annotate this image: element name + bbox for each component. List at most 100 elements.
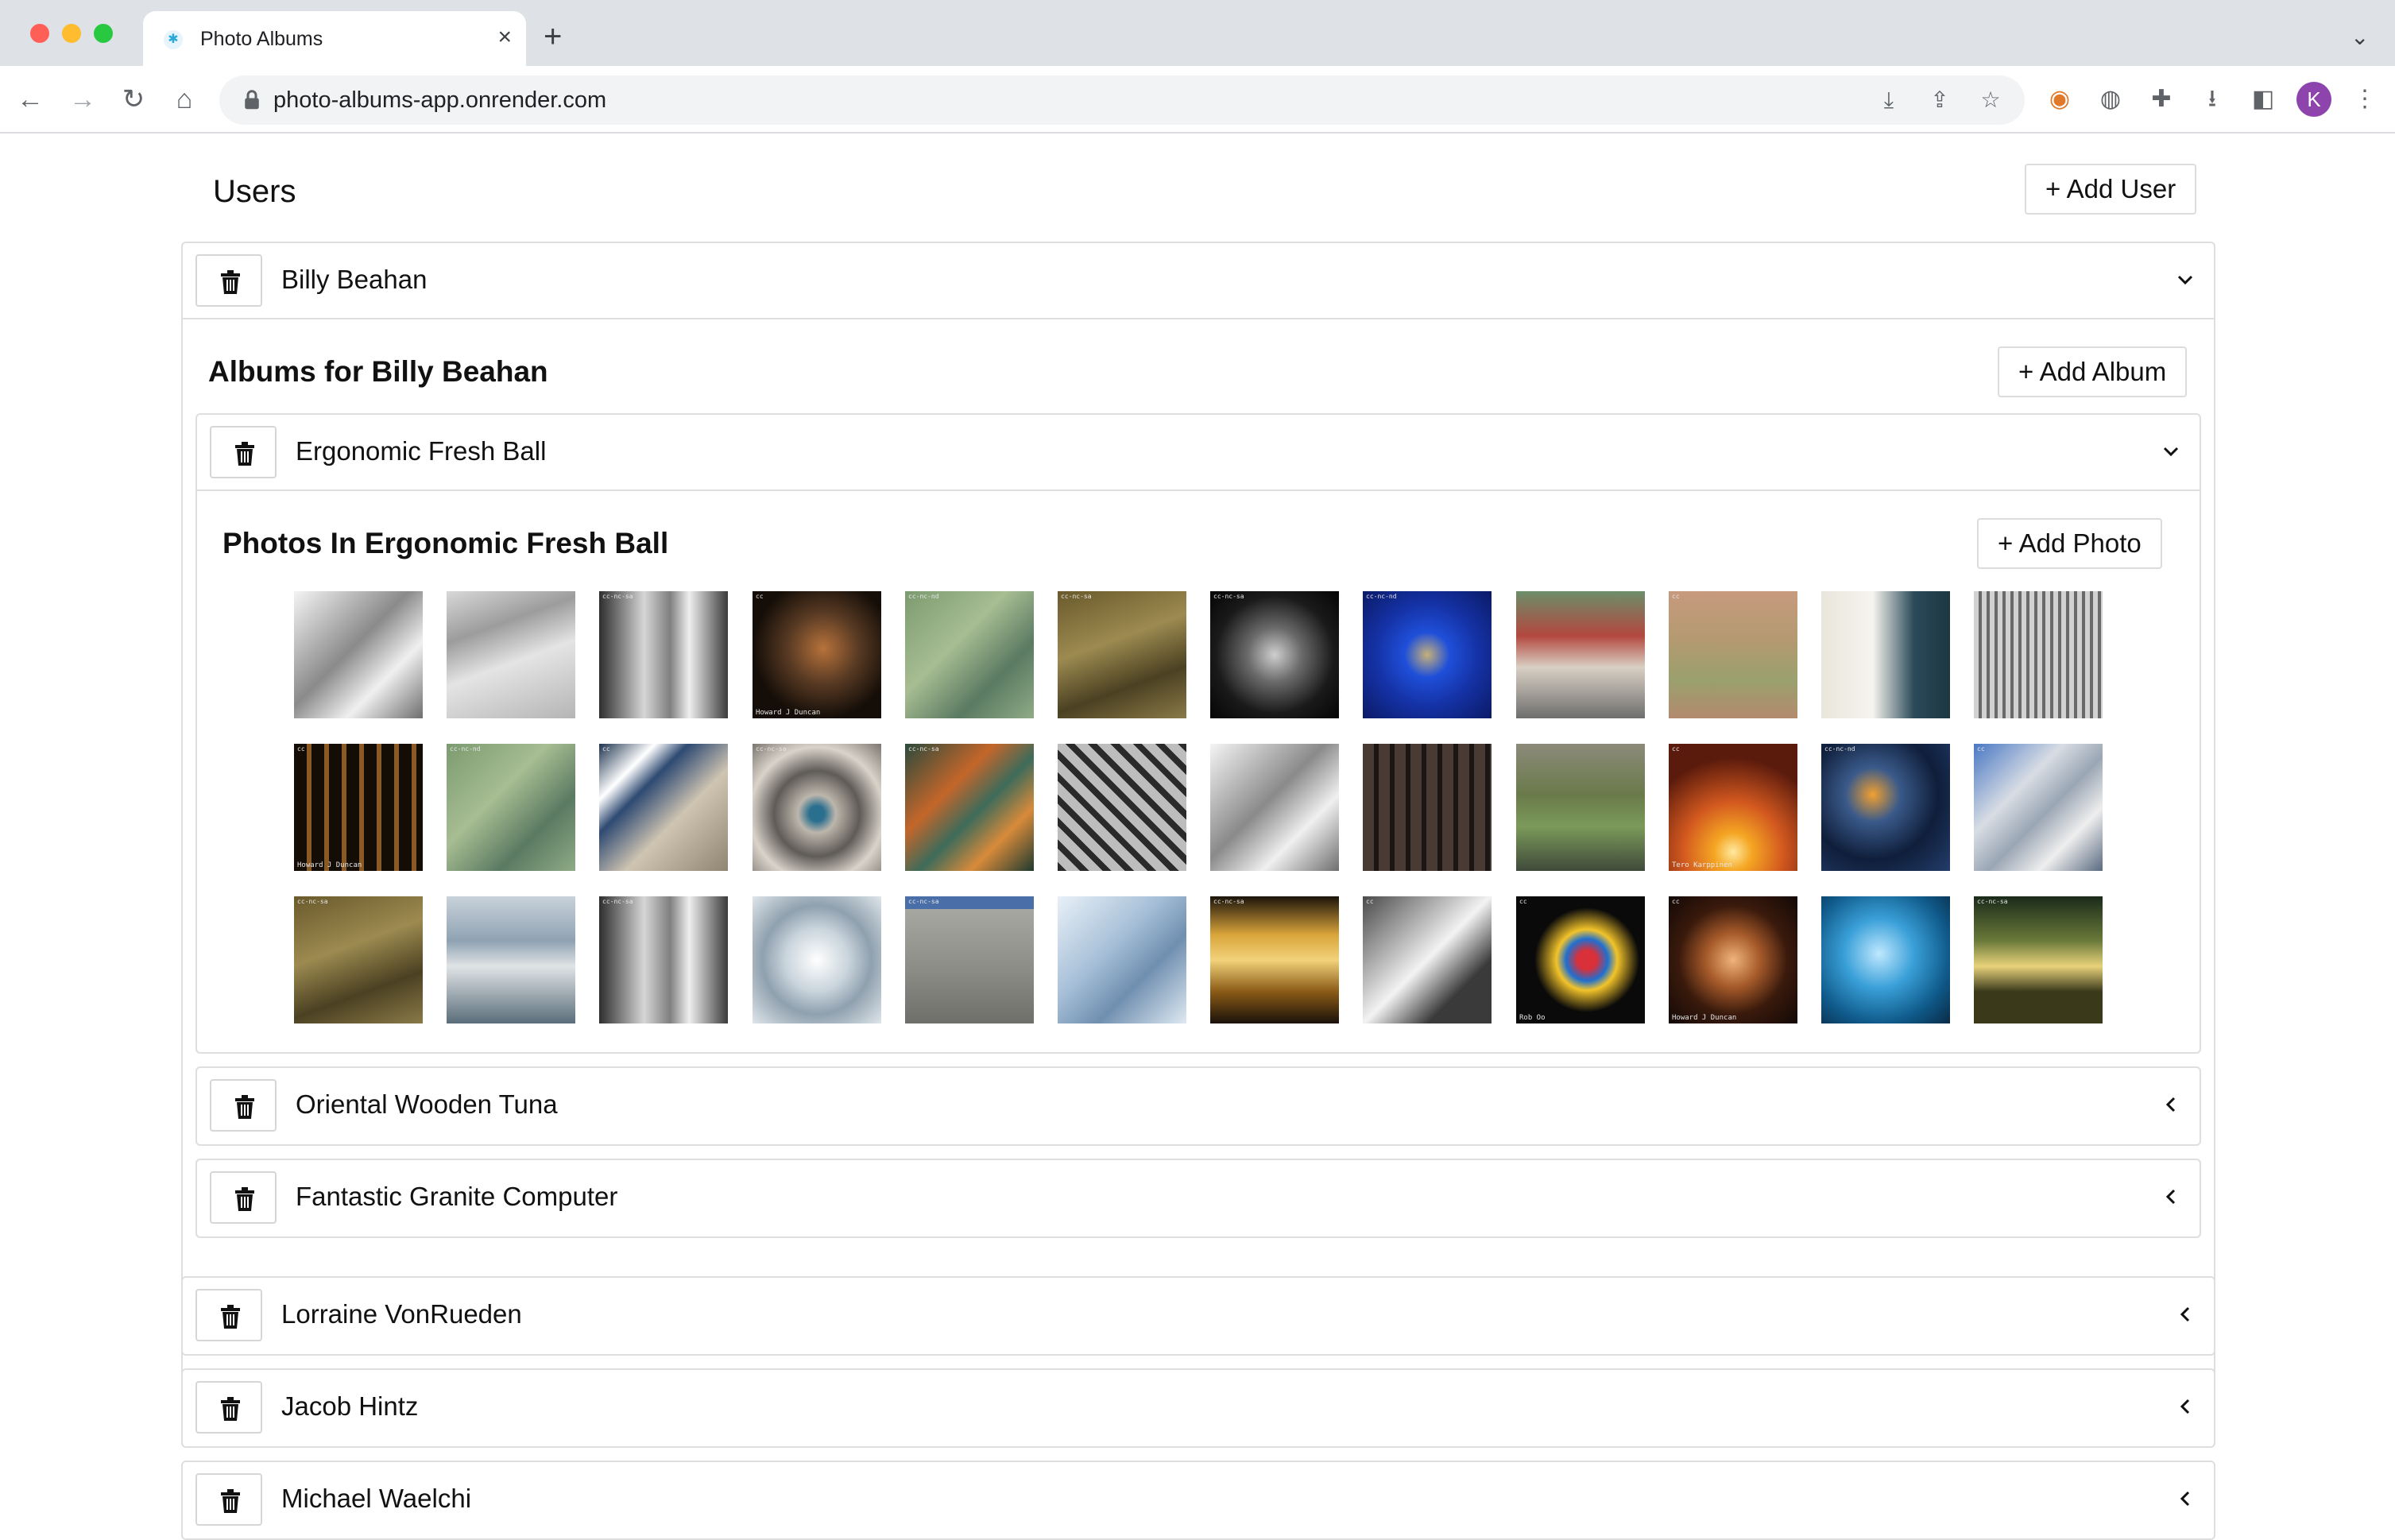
photo-license: cc-nc-nd xyxy=(1366,593,1397,600)
user-card-header[interactable]: Lorraine VonRueden xyxy=(183,1278,2214,1354)
photo-thumbnail[interactable]: cc-nc-sa xyxy=(599,591,728,718)
profile-avatar[interactable]: K xyxy=(2296,82,2331,117)
photo-thumbnail[interactable]: cc-nc-sa xyxy=(1210,591,1339,718)
user-name: Billy Beahan xyxy=(281,265,428,294)
back-icon[interactable]: ← xyxy=(14,83,46,115)
user-card-header[interactable]: Jacob Hintz xyxy=(183,1370,2214,1446)
side-panel-icon[interactable]: ◧ xyxy=(2247,83,2279,115)
bookmark-star-icon[interactable]: ☆ xyxy=(1975,85,2006,115)
photo-thumbnail[interactable]: cc xyxy=(1363,896,1492,1023)
chevron-left-icon[interactable] xyxy=(2160,1090,2182,1119)
photo-thumbnail[interactable]: cc Tero Karppinen xyxy=(1669,744,1797,871)
user-card: Michael Waelchi xyxy=(181,1461,2215,1540)
photo-thumbnail[interactable]: cc-nc-sa xyxy=(1210,896,1339,1023)
reload-icon[interactable]: ↻ xyxy=(118,83,149,115)
photo-thumbnail[interactable] xyxy=(753,896,881,1023)
minimize-window-button[interactable] xyxy=(62,24,81,43)
add-album-button[interactable]: + Add Album xyxy=(1998,346,2188,397)
photo-license: cc xyxy=(756,593,764,600)
tab-title: Photo Albums xyxy=(200,28,323,50)
chevron-left-icon[interactable] xyxy=(2174,1392,2196,1421)
photo-thumbnail[interactable]: cc-nc-sa xyxy=(599,896,728,1023)
photo-thumbnail[interactable] xyxy=(447,896,575,1023)
photo-thumbnail[interactable]: cc-nc-nd xyxy=(1363,591,1492,718)
close-window-button[interactable] xyxy=(30,24,49,43)
user-card-header[interactable]: Billy Beahan xyxy=(183,243,2214,319)
address-bar[interactable]: photo-albums-app.onrender.com ⤓ ⇪ ☆ xyxy=(219,75,2025,125)
tab-search-chevron-icon[interactable]: ⌄ xyxy=(2351,24,2369,50)
extension-fox-icon[interactable]: ◉ xyxy=(2044,83,2076,115)
delete-user-button[interactable] xyxy=(195,254,262,307)
close-tab-icon[interactable]: × xyxy=(497,24,512,51)
delete-album-button[interactable] xyxy=(210,1079,277,1132)
photo-thumbnail[interactable]: cc-nc-nd xyxy=(905,591,1034,718)
page-content: Users + Add User Billy Beahan Albums for… xyxy=(0,135,2395,1540)
photo-thumbnail[interactable]: cc Howard J Duncan xyxy=(753,591,881,718)
photo-license: cc-nc-sa xyxy=(756,745,787,753)
photo-caption: Howard J Duncan xyxy=(1672,1014,1737,1022)
user-card-header[interactable]: Michael Waelchi xyxy=(183,1462,2214,1538)
photo-license: cc xyxy=(1519,898,1527,905)
album-card-header[interactable]: Oriental Wooden Tuna xyxy=(197,1068,2200,1144)
photo-thumbnail[interactable] xyxy=(1516,591,1645,718)
photo-license: cc xyxy=(1977,745,1985,753)
photo-thumbnail[interactable]: cc-nc-sa xyxy=(294,896,423,1023)
photo-thumbnail[interactable]: cc xyxy=(1974,744,2103,871)
new-tab-icon[interactable]: + xyxy=(544,21,562,52)
users-heading: Users xyxy=(213,174,296,209)
photo-license: cc-nc-nd xyxy=(1824,745,1855,753)
delete-user-button[interactable] xyxy=(195,1381,262,1434)
trash-icon xyxy=(235,442,254,466)
maximize-window-button[interactable] xyxy=(94,24,113,43)
album-card-header[interactable]: Ergonomic Fresh Ball xyxy=(197,415,2200,491)
photo-thumbnail[interactable] xyxy=(1058,744,1186,871)
user-name: Lorraine VonRueden xyxy=(281,1299,522,1329)
delete-user-button[interactable] xyxy=(195,1473,262,1526)
photo-thumbnail[interactable] xyxy=(294,591,423,718)
photo-thumbnail[interactable]: cc-nc-sa xyxy=(1974,896,2103,1023)
photo-thumbnail[interactable]: cc Rob Oo xyxy=(1516,896,1645,1023)
kebab-menu-icon[interactable]: ⋮ xyxy=(2349,83,2381,115)
photo-thumbnail[interactable]: cc-nc-sa xyxy=(1058,591,1186,718)
photo-thumbnail[interactable]: cc xyxy=(599,744,728,871)
chevron-left-icon[interactable] xyxy=(2174,1484,2196,1513)
photo-thumbnail[interactable]: cc xyxy=(1669,591,1797,718)
share-icon[interactable]: ⇪ xyxy=(1925,85,1955,115)
photo-thumbnail[interactable] xyxy=(1363,744,1492,871)
puzzle-extensions-icon[interactable]: ✚ xyxy=(2145,83,2177,115)
install-app-icon[interactable]: ⤓ xyxy=(1874,85,1904,115)
globe-icon[interactable]: ◍ xyxy=(2095,83,2126,115)
photo-thumbnail[interactable] xyxy=(447,591,575,718)
delete-user-button[interactable] xyxy=(195,1289,262,1341)
downloads-icon[interactable]: ⭳ xyxy=(2196,83,2228,115)
photo-thumbnail[interactable] xyxy=(1974,591,2103,718)
forward-icon[interactable]: → xyxy=(67,83,99,115)
photo-thumbnail[interactable] xyxy=(1058,896,1186,1023)
photo-thumbnail[interactable]: cc Howard J Duncan xyxy=(1669,896,1797,1023)
chevron-left-icon[interactable] xyxy=(2174,1300,2196,1329)
delete-album-button[interactable] xyxy=(210,1171,277,1224)
photo-thumbnail[interactable]: cc-nc-sa xyxy=(905,896,1034,1023)
photo-thumbnail[interactable]: cc-nc-sa xyxy=(753,744,881,871)
photo-thumbnail[interactable]: cc-nc-sa xyxy=(905,744,1034,871)
favicon-icon: ✱ xyxy=(164,30,183,49)
photo-thumbnail[interactable] xyxy=(1821,896,1950,1023)
album-card-header[interactable]: Fantastic Granite Computer xyxy=(197,1160,2200,1236)
photo-thumbnail[interactable]: cc xyxy=(1821,591,1950,718)
chevron-down-icon[interactable] xyxy=(2160,437,2182,466)
chevron-left-icon[interactable] xyxy=(2160,1182,2182,1211)
home-icon[interactable]: ⌂ xyxy=(168,83,200,115)
browser-tab-bar: ✱ Photo Albums × + ⌄ xyxy=(0,0,2395,66)
delete-album-button[interactable] xyxy=(210,426,277,478)
photo-license: cc xyxy=(1672,745,1680,753)
photo-thumbnail[interactable]: cc-nc-nd xyxy=(447,744,575,871)
photo-thumbnail[interactable]: cc Howard J Duncan xyxy=(294,744,423,871)
browser-tab[interactable]: ✱ Photo Albums × xyxy=(143,11,526,66)
photo-thumbnail[interactable] xyxy=(1516,744,1645,871)
photo-thumbnail[interactable]: cc-nc-nd xyxy=(1821,744,1950,871)
add-photo-button[interactable]: + Add Photo xyxy=(1977,518,2162,569)
add-user-button[interactable]: + Add User xyxy=(2025,164,2197,215)
photo-license: cc xyxy=(1366,898,1374,905)
photo-thumbnail[interactable] xyxy=(1210,744,1339,871)
chevron-down-icon[interactable] xyxy=(2174,265,2196,294)
